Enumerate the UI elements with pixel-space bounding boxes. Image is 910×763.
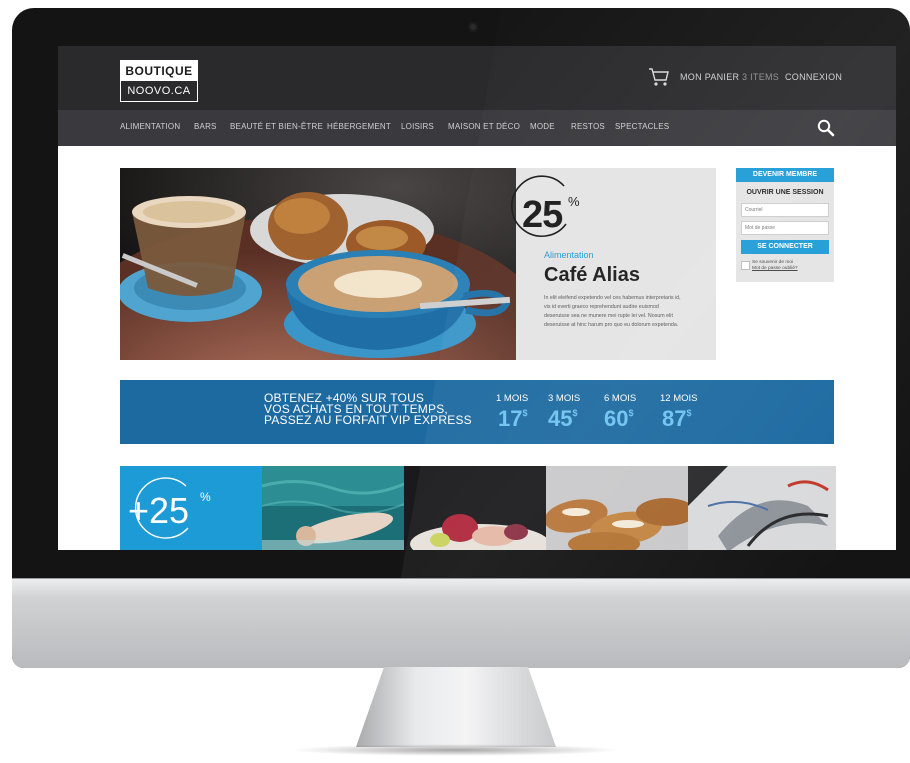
remember-me-checkbox[interactable] [741,261,750,270]
logo-line-1: BOUTIQUE [121,61,197,81]
plan-price-1-month-currency: $ [522,408,528,418]
plan-price-12-months-value: 87 [662,406,687,431]
forgot-password-link[interactable]: Mot de passe oublié? [752,266,798,271]
dish-image [404,466,546,550]
plan-label-3-months[interactable]: 3 MOIS [548,393,580,404]
nav-item-hebergement[interactable]: HÉBERGEMENT [327,122,391,131]
login-box: DEVENIR MEMBRE OUVRIR UNE SESSION SE CON… [736,168,834,282]
promo-percent: % [200,490,211,504]
top-bar: BOUTIQUE NOOVO.CA MON PANIER 3 ITEMS CON… [58,46,896,110]
login-heading: OUVRIR UNE SESSION [746,189,824,196]
vip-banner-text: OBTENEZ +40% SUR TOUS VOS ACHATS EN TOUT… [264,392,504,427]
vip-banner[interactable]: OBTENEZ +40% SUR TOUS VOS ACHATS EN TOUT… [120,380,834,444]
pastry-image [546,466,688,550]
nav-item-alimentation[interactable]: ALIMENTATION [120,122,180,131]
tile-food-photo[interactable] [404,466,546,550]
pool-image [262,466,404,550]
tile-shoes-photo[interactable] [688,466,836,550]
shoes-image [688,466,836,550]
promo-value: +25 [128,490,190,531]
plan-price-6-months-value: 60 [604,406,629,431]
plan-price-1-month-value: 17 [498,406,523,431]
nav-item-maison-deco[interactable]: MAISON ET DÉCO [448,122,520,131]
tile-pool-photo[interactable] [262,466,404,550]
cart-items-count[interactable]: 3 ITEMS [742,72,779,82]
monitor: BOUTIQUE NOOVO.CA MON PANIER 3 ITEMS CON… [12,8,910,668]
monitor-stand [356,667,556,747]
vip-banner-line-3: PASSEZ AU FORFAIT VIP EXPRESS [264,413,472,427]
plan-price-3-months-currency: $ [572,408,578,418]
hero-offer-panel[interactable]: 25 % Alimentation Café Alias In elit ele… [511,168,716,360]
hero-cafe-photo[interactable] [120,168,516,360]
email-field[interactable] [741,203,829,217]
plan-price-6-months[interactable]: 60$ [604,406,634,432]
nav-item-restos[interactable]: RESTOS [571,122,605,131]
browser-screen: BOUTIQUE NOOVO.CA MON PANIER 3 ITEMS CON… [58,46,896,550]
coffee-photo [120,168,516,360]
become-member-button[interactable]: DEVENIR MEMBRE [736,168,834,182]
nav-item-beaute[interactable]: BEAUTÉ ET BIEN-ÊTRE [230,122,323,131]
nav-item-loisirs[interactable]: LOISIRS [401,122,434,131]
nav-item-mode[interactable]: MODE [530,122,555,131]
stand-shadow [290,744,620,756]
password-field[interactable] [741,221,829,235]
plan-price-1-month[interactable]: 17$ [498,406,528,432]
chin-shine [12,579,910,597]
hero-category[interactable]: Alimentation [544,250,594,260]
tile-pastry-photo[interactable] [546,466,688,550]
monitor-chin [12,578,910,668]
plan-price-6-months-currency: $ [628,408,634,418]
webcam [468,22,478,32]
category-nav: ALIMENTATION BARS BEAUTÉ ET BIEN-ÊTRE HÉ… [58,110,896,146]
hero-description: In elit eleifend expetendo vel ces habem… [544,295,681,328]
plan-price-12-months[interactable]: 87$ [662,406,692,432]
plan-label-1-month[interactable]: 1 MOIS [496,393,528,404]
plan-price-3-months-value: 45 [548,406,573,431]
nav-item-spectacles[interactable]: SPECTACLES [615,122,669,131]
plan-price-3-months[interactable]: 45$ [548,406,578,432]
nav-item-bars[interactable]: BARS [194,122,217,131]
plan-label-6-months[interactable]: 6 MOIS [604,393,636,404]
cart-icon[interactable] [648,67,670,87]
plan-label-12-months[interactable]: 12 MOIS [660,393,698,404]
site-logo[interactable]: BOUTIQUE NOOVO.CA [120,60,198,102]
hero-discount-value: 25 [522,194,563,236]
logo-line-2: NOOVO.CA [127,85,191,97]
cart-link[interactable]: MON PANIER [680,72,739,82]
search-icon[interactable] [816,118,836,138]
hero-title[interactable]: Café Alias [544,264,640,287]
promo-tile[interactable]: +25 % [120,466,262,550]
hero-discount-percent: % [568,194,580,209]
connect-button[interactable]: SE CONNECTER [741,240,829,254]
plan-price-12-months-currency: $ [686,408,692,418]
login-link[interactable]: CONNEXION [785,72,842,82]
